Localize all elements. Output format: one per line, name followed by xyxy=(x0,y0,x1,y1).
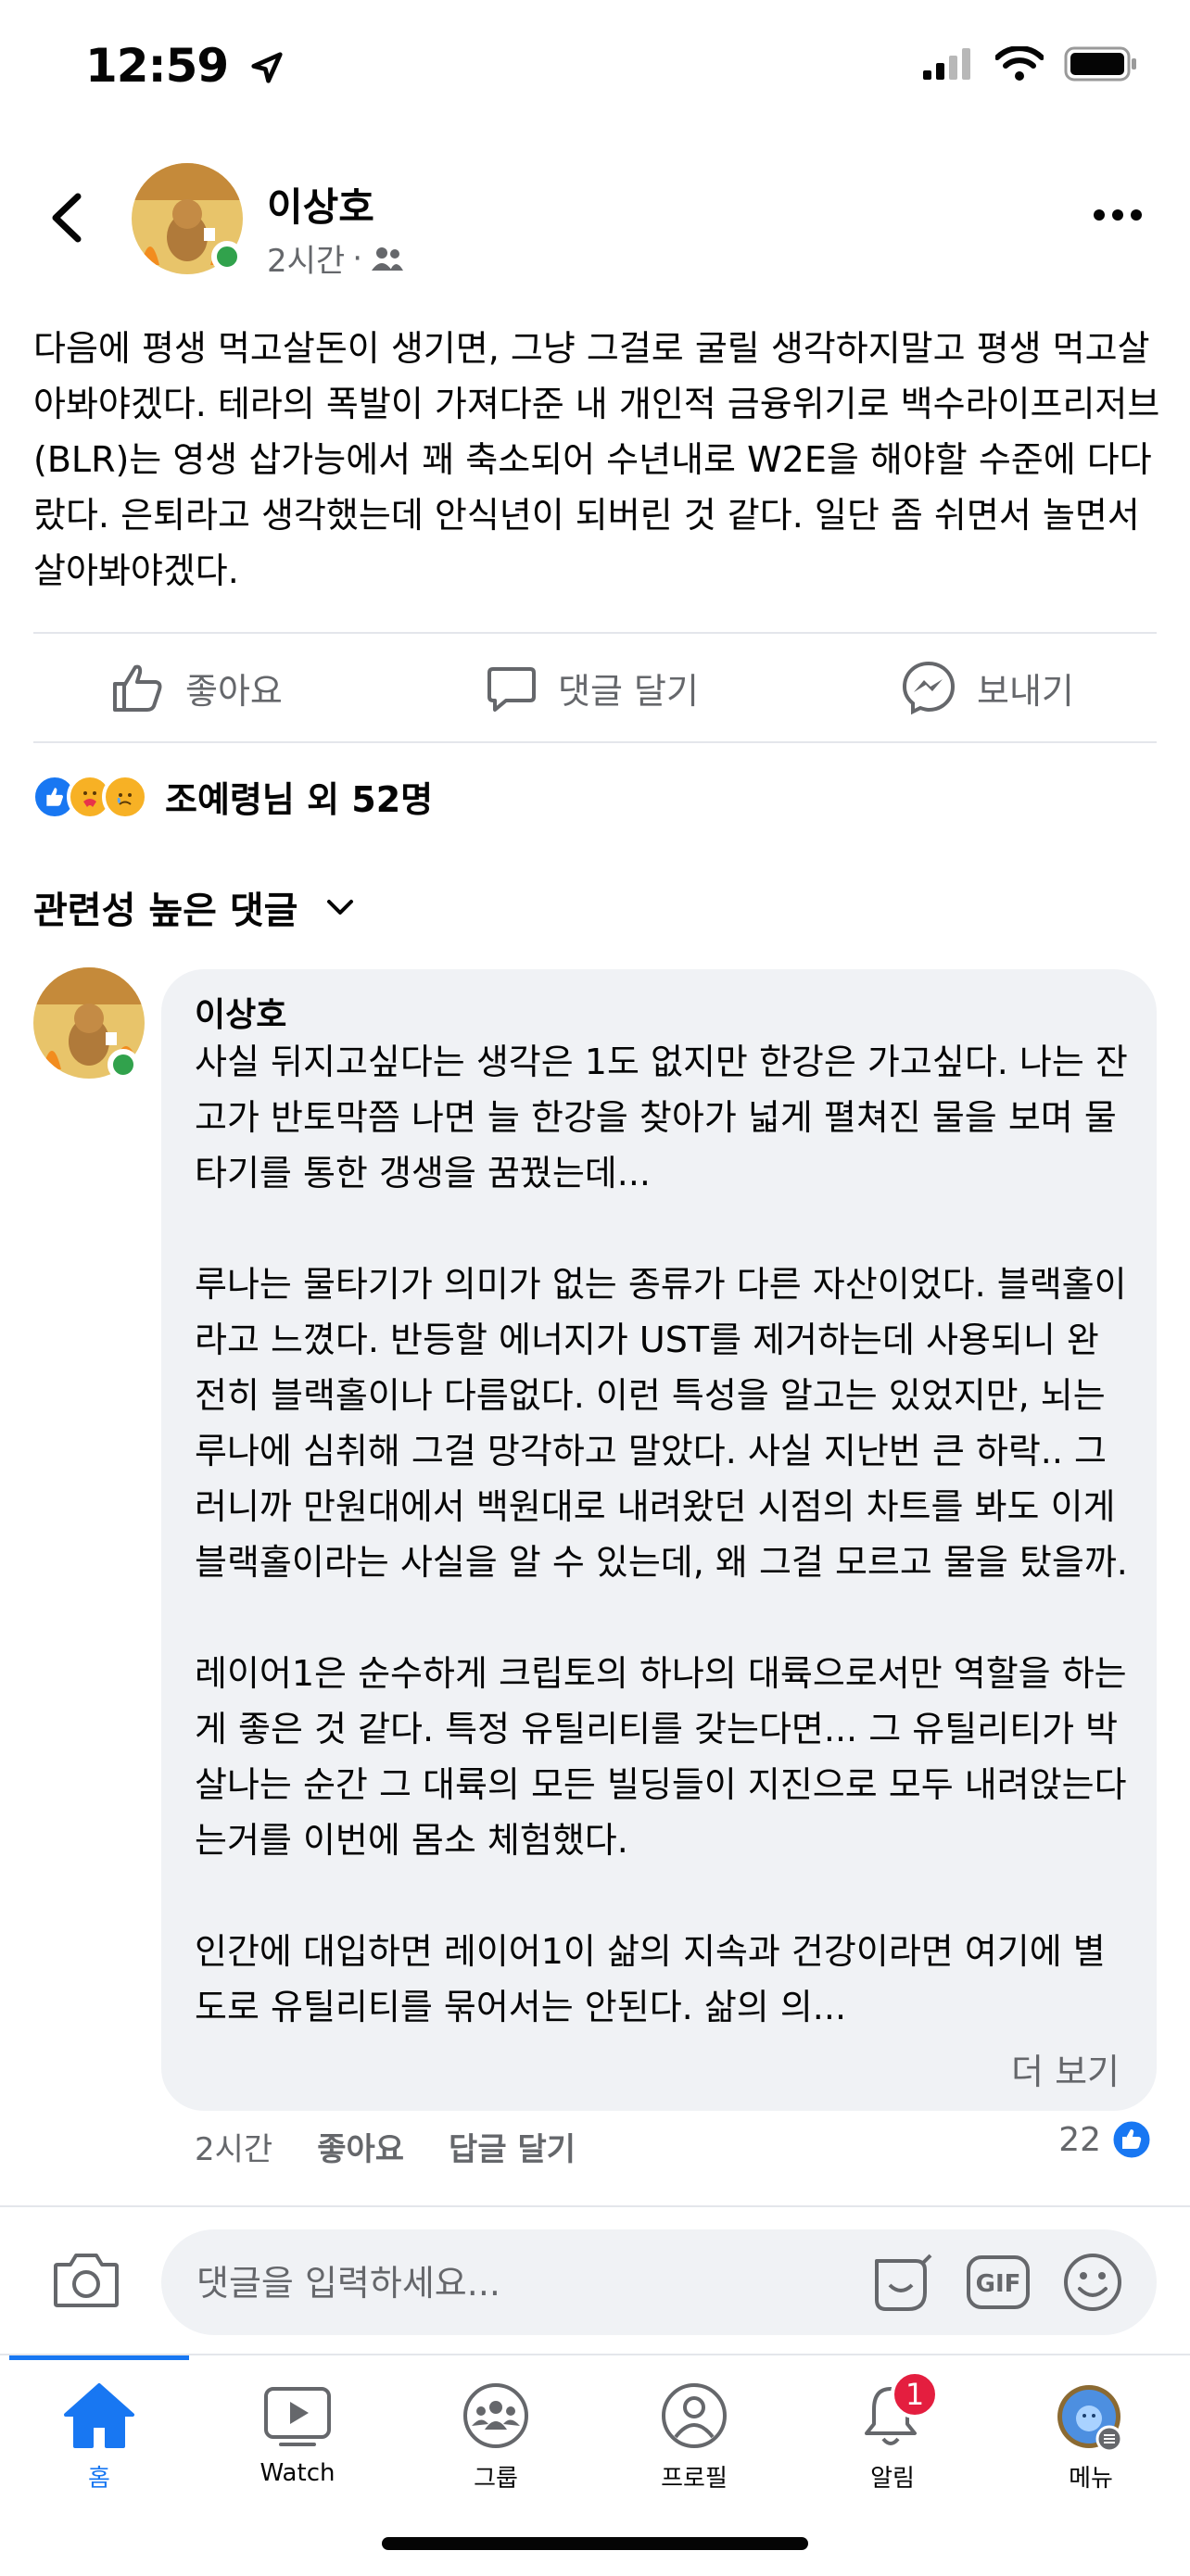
like-button[interactable]: 좋아요 xyxy=(109,634,283,741)
comment-text: 사실 뒤지고싶다는 생각은 1도 없지만 한강은 가고싶다. 나는 잔고가 반토… xyxy=(195,1034,1131,2090)
comments-filter-label: 관련성 높은 댓글 xyxy=(33,890,298,932)
post-actions: 좋아요 댓글 달기 보내기 xyxy=(0,634,1190,741)
comment-reaction-count[interactable]: 22 xyxy=(1058,2118,1153,2161)
tab-groups[interactable]: 그룹 xyxy=(397,2381,595,2511)
messenger-icon xyxy=(902,661,956,715)
sad-reaction-icon xyxy=(102,773,148,820)
reactions-summary[interactable]: 조예령님 외 52명 xyxy=(32,771,433,822)
status-time: 12:59 xyxy=(85,39,285,93)
tab-notifications[interactable]: 1 알림 xyxy=(793,2370,992,2511)
tab-home[interactable]: 홈 xyxy=(0,2381,198,2511)
more-options-button[interactable] xyxy=(1094,209,1142,221)
tab-profile[interactable]: 프로필 xyxy=(595,2381,793,2511)
watch-icon xyxy=(264,2387,331,2446)
like-label: 좋아요 xyxy=(185,670,283,712)
menu-avatar-icon xyxy=(1057,2385,1123,2453)
comment-button[interactable]: 댓글 달기 xyxy=(486,634,699,741)
comment-label: 댓글 달기 xyxy=(558,670,699,712)
comment-like-button[interactable]: 좋아요 xyxy=(317,2124,404,2169)
home-icon xyxy=(64,2383,134,2448)
tab-label: 알림 xyxy=(870,2465,915,2493)
cellular-signal-icon xyxy=(923,48,970,80)
battery-icon xyxy=(1064,46,1136,82)
send-label: 보내기 xyxy=(977,670,1074,712)
status-bar: 12:59 xyxy=(0,0,1190,139)
gif-icon[interactable]: GIF xyxy=(966,2254,1031,2310)
comment-reply-button[interactable]: 답글 달기 xyxy=(449,2124,576,2169)
comment-author-name[interactable]: 이상호 xyxy=(195,988,286,1036)
comment-paragraph: 사실 뒤지고싶다는 생각은 1도 없지만 한강은 가고싶다. 나는 잔고가 반토… xyxy=(195,1042,1128,1193)
online-status-dot xyxy=(211,241,243,272)
tab-label: 메뉴 xyxy=(1069,2465,1113,2493)
svg-text:GIF: GIF xyxy=(976,2270,1021,2298)
tab-label: 그룹 xyxy=(474,2465,518,2493)
emoji-icon[interactable] xyxy=(1062,2252,1123,2313)
comment-paragraph: 인간에 대입하면 레이어1이 삶의 지속과 건강이라면 여기에 별도로 유틸리티… xyxy=(195,1931,1106,2027)
tab-menu[interactable]: 메뉴 xyxy=(992,2381,1190,2511)
comment-input[interactable] xyxy=(195,2252,847,2315)
chevron-left-icon xyxy=(52,193,82,243)
post-header: 이상호 2시간 · xyxy=(0,158,1190,287)
tab-label: 프로필 xyxy=(661,2465,728,2493)
home-indicator xyxy=(382,2537,808,2550)
comment-bubble-icon xyxy=(487,667,536,712)
notification-badge: 1 xyxy=(891,2370,939,2418)
back-button[interactable] xyxy=(41,185,96,250)
comment-meta: 2시간 좋아요 답글 달기 xyxy=(195,2124,576,2169)
comment-bubble: 이상호 사실 뒤지고싶다는 생각은 1도 없지만 한강은 가고싶다. 나는 잔고… xyxy=(161,969,1157,2111)
post-author-name[interactable]: 이상호 xyxy=(267,176,374,233)
tab-watch[interactable]: Watch xyxy=(198,2381,397,2511)
chevron-down-icon xyxy=(327,900,354,915)
camera-icon xyxy=(54,2254,119,2307)
friends-icon xyxy=(372,246,404,271)
thumbs-up-icon xyxy=(113,664,162,712)
like-reaction-icon xyxy=(1110,2118,1153,2161)
post-meta: 2시간 · xyxy=(267,235,405,281)
comment-paragraph: 루나는 물타기가 의미가 없는 종류가 다른 자산이었다. 블랙홀이라고 느꼈다… xyxy=(195,1264,1128,1583)
groups-icon xyxy=(463,2383,528,2448)
comment-input-box[interactable]: GIF xyxy=(161,2229,1157,2335)
divider xyxy=(33,741,1157,743)
meta-separator: · xyxy=(352,239,363,277)
see-more-link[interactable]: 더 보기 xyxy=(1006,2043,1120,2094)
commenter-online-dot xyxy=(108,1049,139,1080)
status-icons xyxy=(923,46,1138,82)
post-time[interactable]: 2시간 xyxy=(267,235,345,281)
comment-composer: GIF xyxy=(0,2205,1190,2355)
profile-icon xyxy=(662,2383,727,2448)
active-tab-indicator xyxy=(9,2355,189,2360)
post-body-text: 다음에 평생 먹고살돈이 생기면, 그냥 그걸로 굴릴 생각하지말고 평생 먹고… xyxy=(33,328,1160,591)
camera-button[interactable] xyxy=(52,2250,120,2313)
comment-like-count: 22 xyxy=(1058,2120,1101,2159)
composer-icons: GIF xyxy=(869,2252,1123,2313)
comments-filter-dropdown[interactable]: 관련성 높은 댓글 xyxy=(33,880,355,934)
avatar-sticker-icon[interactable] xyxy=(869,2252,934,2313)
tab-label: Watch xyxy=(260,2459,335,2487)
wifi-icon xyxy=(995,46,1044,81)
comment-time[interactable]: 2시간 xyxy=(195,2124,272,2169)
more-dot-icon xyxy=(1094,209,1105,221)
tab-label: 홈 xyxy=(88,2465,110,2493)
send-button[interactable]: 보내기 xyxy=(901,634,1074,741)
reactions-summary-text: 조예령님 외 52명 xyxy=(165,779,434,820)
comment-paragraph: 레이어1은 순수하게 크립토의 하나의 대륙으로서만 역할을 하는게 좋은 것 … xyxy=(195,1653,1127,1861)
location-arrow-icon xyxy=(250,52,283,83)
